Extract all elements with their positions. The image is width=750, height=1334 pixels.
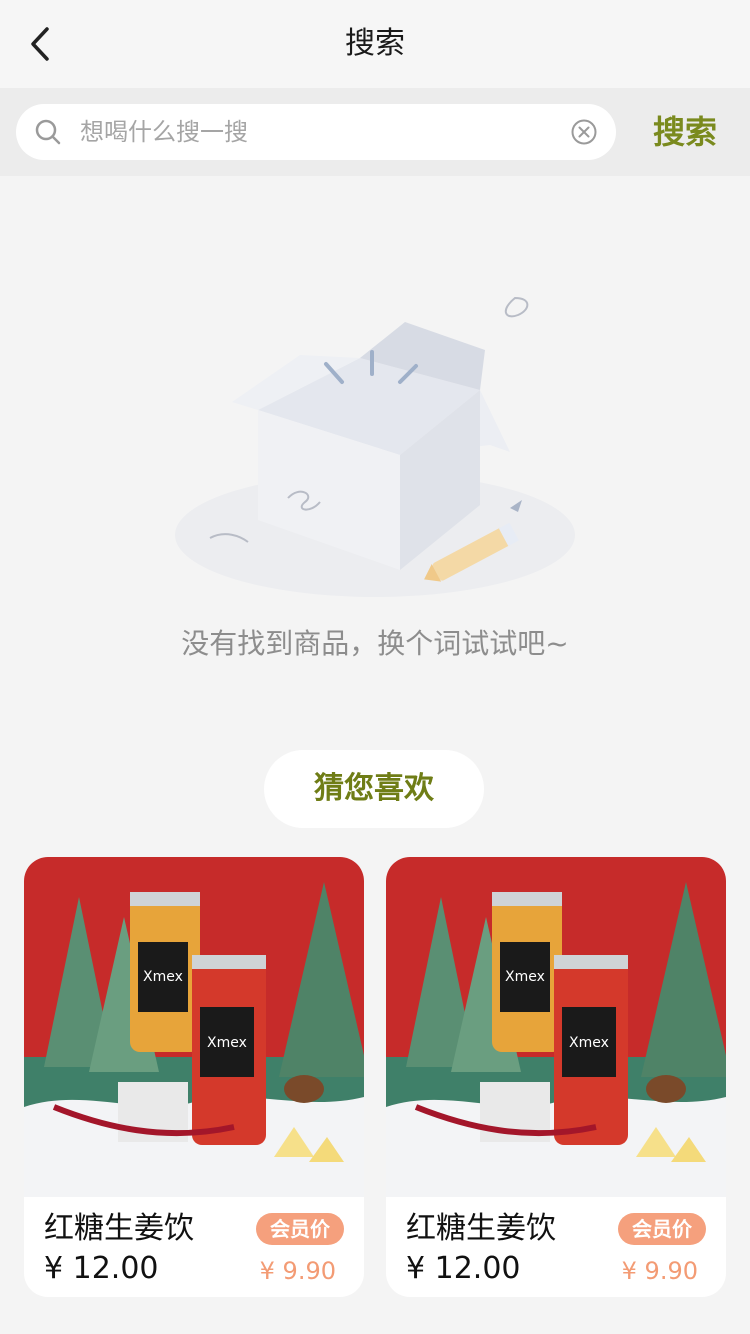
search-input[interactable]	[80, 104, 550, 160]
product-image: Xmex Xmex	[24, 857, 364, 1197]
empty-message: 没有找到商品，换个词试试吧~	[181, 627, 569, 660]
member-badge: 会员价	[256, 1213, 344, 1245]
member-badge: 会员价	[618, 1213, 706, 1245]
product-name: 红糖生姜饮	[44, 1211, 194, 1246]
product-image: Xmex Xmex	[386, 857, 726, 1197]
brand-text-back: Xmex	[143, 969, 183, 985]
nav-bar: 搜索	[0, 0, 750, 88]
empty-box-illustration	[175, 296, 575, 597]
guess-you-like-title: 猜您喜欢	[264, 750, 484, 828]
clear-icon[interactable]	[570, 118, 598, 146]
product-name: 红糖生姜饮	[406, 1211, 556, 1246]
search-bar: 搜索	[0, 88, 750, 176]
product-card[interactable]: Xmex Xmex 红糖生姜饮 ¥ 12.00 会员价 ¥ 9.90	[386, 857, 726, 1297]
product-price: ¥ 12.00	[406, 1251, 521, 1286]
member-price: ¥ 9.90	[621, 1257, 698, 1285]
search-icon	[35, 119, 61, 145]
search-box[interactable]	[16, 104, 616, 160]
product-price: ¥ 12.00	[44, 1251, 159, 1286]
brand-text-front: Xmex	[207, 1035, 247, 1051]
brand-text-back: Xmex	[505, 969, 545, 985]
member-price: ¥ 9.90	[259, 1257, 336, 1285]
search-button[interactable]: 搜索	[640, 108, 730, 156]
page-title: 搜索	[345, 26, 405, 61]
product-card[interactable]: Xmex Xmex 红糖生姜饮 ¥ 12.00 会员价 ¥ 9.90	[24, 857, 364, 1297]
brand-text-front: Xmex	[569, 1035, 609, 1051]
